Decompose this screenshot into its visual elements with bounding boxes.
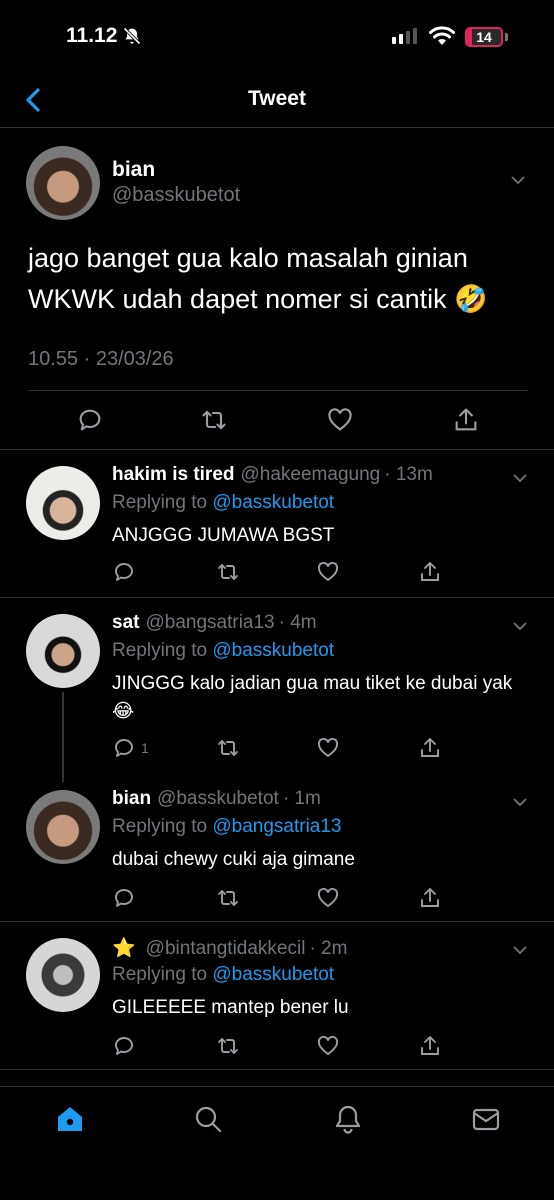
author-handle[interactable]: @basskubetot	[112, 184, 240, 207]
home-icon[interactable]	[54, 1103, 86, 1135]
tweet-timestamp[interactable]: 10.55 · 23/03/26	[28, 348, 174, 371]
chevron-down-icon[interactable]	[508, 170, 528, 190]
battery-level: 14	[476, 29, 492, 45]
notifications-icon[interactable]	[332, 1103, 364, 1135]
like-icon[interactable]	[316, 736, 340, 760]
retweet-icon[interactable]	[216, 886, 240, 910]
reply-item[interactable]: bian @basskubetot · 1m Replying to @bangsa…	[0, 774, 554, 922]
reply-icon[interactable]	[112, 886, 136, 910]
share-icon[interactable]	[418, 560, 442, 584]
retweet-icon[interactable]	[200, 406, 228, 434]
thread-line	[62, 692, 64, 782]
wifi-icon	[429, 26, 455, 45]
avatar[interactable]	[26, 614, 100, 688]
replying-to: Replying to @bangsatria13	[112, 816, 342, 837]
main-tweet: bian @basskubetot jago banget gua kalo m…	[0, 128, 554, 450]
reply-item[interactable]: hakim is tired @hakeemagung · 13m Replying…	[0, 450, 554, 598]
reply-author[interactable]: sat @bangsatria13 · 4m	[112, 612, 317, 634]
replying-to: Replying to @basskubetot	[112, 964, 335, 985]
reply-actions: 1	[0, 736, 554, 760]
status-time: 11.12	[66, 24, 118, 47]
bell-slash-icon	[123, 27, 141, 45]
reply-actions	[0, 560, 554, 584]
reply-text: dubai chewy cuki aja gimane	[112, 849, 355, 870]
battery-nub	[505, 33, 508, 41]
avatar[interactable]	[26, 790, 100, 864]
author-name[interactable]: bian	[112, 158, 155, 182]
chevron-down-icon[interactable]	[510, 792, 530, 812]
chevron-down-icon[interactable]	[510, 940, 530, 960]
tweet-actions	[0, 406, 554, 434]
replying-to: Replying to @basskubetot	[112, 640, 335, 661]
like-icon[interactable]	[316, 886, 340, 910]
reply-author[interactable]: bian @basskubetot · 1m	[112, 788, 321, 810]
replying-to: Replying to @basskubetot	[112, 492, 335, 513]
status-bar: 11.12 14	[0, 0, 554, 72]
share-icon[interactable]	[452, 406, 480, 434]
chevron-down-icon[interactable]	[510, 468, 530, 488]
like-icon[interactable]	[316, 1034, 340, 1058]
retweet-icon[interactable]	[216, 1034, 240, 1058]
reply-count: 1	[141, 740, 149, 756]
divider	[28, 390, 528, 391]
reply-icon[interactable]	[112, 560, 136, 584]
like-icon[interactable]	[316, 560, 340, 584]
page-title: Tweet	[248, 87, 306, 110]
reply-author[interactable]: ⭐ @bintangtidakkecil · 2m	[112, 936, 347, 960]
search-icon[interactable]	[192, 1103, 224, 1135]
cellular-signal-icon	[392, 28, 417, 44]
chevron-down-icon[interactable]	[510, 616, 530, 636]
reply-icon[interactable]	[76, 406, 104, 434]
reply-icon[interactable]	[112, 1034, 136, 1058]
reply-actions	[0, 886, 554, 910]
reply-author[interactable]: hakim is tired @hakeemagung · 13m	[112, 464, 433, 486]
tweet-text: jago banget gua kalo masalah ginian WKWK…	[28, 243, 488, 314]
reply-item[interactable]: ⭐ @bintangtidakkecil · 2m Replying to @bas…	[0, 922, 554, 1070]
nav-header: Tweet	[0, 72, 554, 128]
reply-actions	[0, 1034, 554, 1058]
share-icon[interactable]	[418, 886, 442, 910]
retweet-icon[interactable]	[216, 560, 240, 584]
avatar[interactable]	[26, 938, 100, 1012]
messages-icon[interactable]	[470, 1103, 502, 1135]
reply-icon[interactable]	[112, 736, 136, 760]
share-icon[interactable]	[418, 736, 442, 760]
like-icon[interactable]	[326, 406, 354, 434]
reply-text: JINGGG kalo jadian gua mau tiket ke duba…	[112, 673, 513, 722]
reply-item[interactable]: sat @bangsatria13 · 4m Replying to @bassku…	[0, 598, 554, 774]
share-icon[interactable]	[418, 1034, 442, 1058]
retweet-icon[interactable]	[216, 736, 240, 760]
tab-bar	[0, 1086, 554, 1200]
avatar[interactable]	[26, 466, 100, 540]
battery-icon: 14	[465, 27, 503, 47]
reply-text: GILEEEEE mantep bener lu	[112, 997, 349, 1018]
avatar[interactable]	[26, 146, 100, 220]
reply-text: ANJGGG JUMAWA BGST	[112, 525, 335, 546]
